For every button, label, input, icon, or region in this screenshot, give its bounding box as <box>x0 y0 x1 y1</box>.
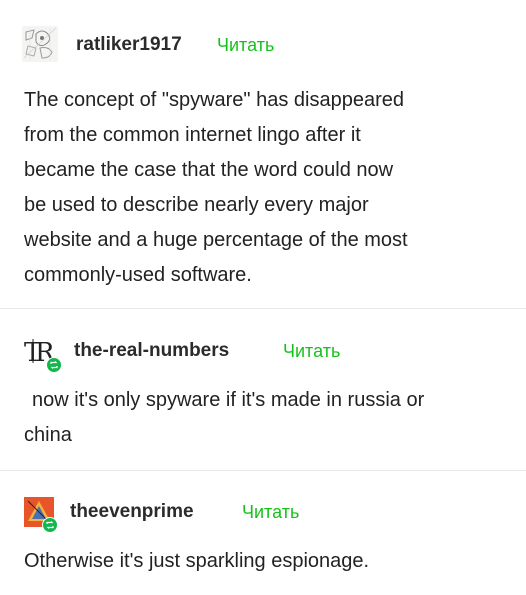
body-line: commonly-used software. <box>24 264 252 286</box>
reblog-icon <box>46 357 62 373</box>
avatar-image <box>22 26 58 62</box>
username[interactable]: ratliker1917 <box>76 34 182 56</box>
reblog-icon <box>42 517 58 533</box>
body-line: became the case that the word could now <box>24 159 394 181</box>
body-line: china <box>24 424 72 446</box>
body-line: from the common internet lingo after it <box>24 124 361 146</box>
body-line: be used to describe nearly every major <box>24 194 369 216</box>
username[interactable]: the-real-numbers <box>74 340 229 362</box>
username[interactable]: theevenprime <box>70 501 194 523</box>
post-theevenprime: theevenprime Читать Otherwise it's just … <box>0 471 526 595</box>
post-the-real-numbers: T R the-real-numbers Читать now it's onl… <box>0 309 526 467</box>
body-line: Otherwise it's just sparkling espionage. <box>24 550 370 572</box>
body-line: now it's only spyware if it's made in ru… <box>32 389 425 411</box>
avatar-ratliker1917[interactable] <box>22 26 58 62</box>
post-ratliker1917: ratliker1917 Читать The concept of "spyw… <box>0 0 526 300</box>
body-line: The concept of "spyware" has disappeared <box>24 89 404 111</box>
follow-button[interactable]: Читать <box>283 341 340 362</box>
follow-button[interactable]: Читать <box>242 502 299 523</box>
body-line: website and a huge percentage of the mos… <box>24 229 408 251</box>
follow-button[interactable]: Читать <box>217 35 274 56</box>
